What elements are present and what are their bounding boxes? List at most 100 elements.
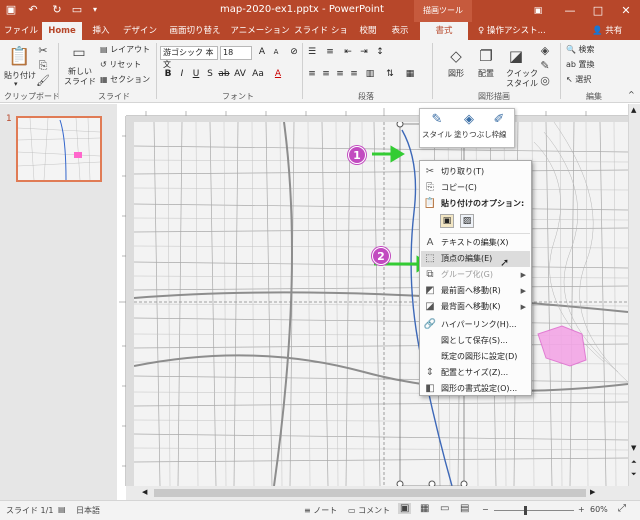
tab-file[interactable]: ファイル — [4, 22, 38, 40]
menu-item-size-position[interactable]: ⇕ 配置とサイズ(Z)... — [421, 365, 530, 381]
collapse-ribbon-icon[interactable]: ^ — [628, 90, 635, 99]
menu-item-set-default-shape[interactable]: 既定の図形に設定(D) — [421, 349, 530, 365]
shapes-button[interactable]: 図形 — [448, 68, 464, 79]
menu-item-bring-front[interactable]: ◩ 最前面へ移動(R) ▶ — [421, 283, 530, 299]
shadow-icon[interactable]: S — [204, 68, 216, 81]
shape-outline-icon[interactable]: ✎ — [538, 59, 552, 73]
tab-slideshow[interactable]: スライド ショー — [292, 22, 350, 54]
vertical-scrollbar[interactable]: ▲ ▼ ⏶ ⏷ — [628, 104, 640, 486]
decrease-indent-icon[interactable]: ⇤ — [342, 46, 354, 59]
previous-slide-icon[interactable]: ⏶ — [631, 458, 637, 467]
change-case-icon[interactable]: Aa — [252, 68, 264, 81]
arrange-icon[interactable]: ❐ — [476, 46, 496, 66]
align-center-icon[interactable]: ≡ — [320, 68, 332, 81]
tab-home[interactable]: Home — [42, 22, 82, 40]
scroll-up-icon[interactable]: ▲ — [631, 106, 636, 114]
share-button[interactable]: 👤 共有 — [592, 22, 622, 40]
grow-font-icon[interactable]: A — [256, 46, 268, 59]
char-spacing-icon[interactable]: AV — [234, 68, 246, 81]
smartart-icon[interactable]: ▦ — [404, 68, 416, 81]
comments-button[interactable]: ▭ コメント — [348, 505, 390, 516]
paste-option-picture-icon[interactable]: ▨ — [460, 214, 474, 228]
tab-design[interactable]: デザイン — [120, 22, 160, 40]
zoom-in-button[interactable]: + — [578, 505, 585, 514]
menu-item-cut[interactable]: ✂ 切り取り(T) — [421, 164, 530, 180]
clear-format-icon[interactable]: ⊘ — [288, 46, 300, 59]
slide-sorter-icon[interactable]: ▦ — [420, 503, 429, 514]
zoom-level[interactable]: 60% — [590, 505, 608, 514]
fit-slide-icon[interactable]: ⤢ — [618, 503, 626, 514]
bullets-icon[interactable]: ☰ — [306, 46, 318, 59]
tab-format[interactable]: 書式 — [420, 22, 468, 40]
scrollbar-thumb[interactable] — [154, 489, 586, 497]
zoom-slider-thumb[interactable] — [524, 506, 527, 515]
spell-check-icon[interactable]: ▤ — [58, 505, 66, 514]
shapes-icon[interactable]: ◇ — [446, 46, 466, 66]
tab-transitions[interactable]: 画面切り替え — [164, 22, 226, 40]
undo-icon[interactable]: ↶ — [26, 3, 40, 17]
font-color-icon[interactable]: A — [272, 68, 284, 81]
ribbon-options-icon[interactable]: ▣ — [524, 0, 552, 22]
menu-item-hyperlink[interactable]: 🔗 ハイパーリンク(H)... — [421, 317, 530, 333]
menu-item-group[interactable]: ⧉ グループ化(G) ▶ — [421, 267, 530, 283]
copy-icon[interactable]: ⎘ — [36, 59, 50, 73]
numbering-icon[interactable]: ≡ — [324, 46, 336, 59]
fill-button[interactable]: ◈ 塗りつぶし — [454, 111, 492, 140]
slide-thumbnail[interactable] — [16, 116, 102, 182]
underline-icon[interactable]: U — [190, 68, 202, 81]
scroll-down-icon[interactable]: ▼ — [631, 444, 636, 452]
paste-dropdown-icon[interactable]: ▾ — [14, 80, 18, 88]
outline-button[interactable]: ✐ 枠線 — [484, 111, 514, 140]
scroll-left-icon[interactable]: ◀ — [142, 488, 147, 496]
map-image[interactable] — [133, 120, 628, 486]
scroll-right-icon[interactable]: ▶ — [590, 488, 595, 496]
new-slide-icon[interactable]: ▭ — [70, 46, 88, 64]
line-spacing-icon[interactable]: ↕ — [374, 46, 386, 59]
shrink-font-icon[interactable]: A — [270, 46, 282, 59]
format-painter-icon[interactable]: 🖌 — [36, 74, 50, 88]
columns-icon[interactable]: ▥ — [364, 68, 376, 81]
tab-insert[interactable]: 挿入 — [86, 22, 116, 40]
font-name-combo[interactable]: 游ゴシック 本文 — [160, 46, 218, 69]
strikethrough-icon[interactable]: ab — [218, 68, 230, 81]
notes-button[interactable]: ≡ ノート — [304, 505, 337, 516]
replace-button[interactable]: ab 置換 — [566, 59, 595, 70]
next-slide-icon[interactable]: ⏷ — [631, 470, 637, 479]
paste-button[interactable]: 貼り付け — [4, 70, 36, 81]
section-button[interactable]: ▦ セクション — [100, 74, 150, 85]
save-icon[interactable]: ▣ — [4, 3, 18, 17]
minimize-button[interactable]: — — [556, 0, 584, 22]
reset-button[interactable]: ↺ リセット — [100, 59, 141, 70]
tab-review[interactable]: 校閲 — [354, 22, 382, 40]
align-left-icon[interactable]: ≡ — [306, 68, 318, 81]
paste-option-keep-source-icon[interactable]: ▣ — [440, 214, 454, 228]
close-button[interactable]: ✕ — [612, 0, 640, 22]
slideshow-icon[interactable]: ▤ — [460, 503, 469, 514]
slide-canvas[interactable]: 1 2 — [126, 116, 628, 486]
menu-item-edit-text[interactable]: A テキストの編集(X) — [421, 235, 530, 251]
shape-fill-icon[interactable]: ◈ — [538, 44, 552, 58]
maximize-button[interactable]: □ — [584, 0, 612, 22]
cut-icon[interactable]: ✂ — [36, 44, 50, 58]
paste-icon[interactable]: 📋 — [8, 46, 30, 68]
justify-icon[interactable]: ≡ — [348, 68, 360, 81]
menu-item-copy[interactable]: ⎘ コピー(C) — [421, 180, 530, 196]
bold-icon[interactable]: B — [162, 68, 174, 81]
font-size-combo[interactable]: 18 — [220, 46, 252, 60]
language-indicator[interactable]: 日本語 — [76, 505, 100, 516]
style-button[interactable]: ✎ スタイル — [422, 111, 452, 140]
shape-effects-icon[interactable]: ◎ — [538, 74, 552, 88]
layout-button[interactable]: ▤ レイアウト — [100, 44, 150, 55]
menu-item-format-shape[interactable]: ◧ 図形の書式設定(O)... — [421, 381, 530, 397]
tab-view[interactable]: 表示 — [386, 22, 414, 40]
italic-icon[interactable]: I — [176, 68, 188, 81]
increase-indent-icon[interactable]: ⇥ — [358, 46, 370, 59]
menu-item-save-as-picture[interactable]: 図として保存(S)... — [421, 333, 530, 349]
quick-styles-icon[interactable]: ◪ — [506, 46, 526, 66]
tell-me-search[interactable]: ♀ 操作アシスト... — [478, 22, 546, 40]
menu-item-send-back[interactable]: ◪ 最背面へ移動(K) ▶ — [421, 299, 530, 315]
horizontal-scrollbar[interactable]: ◀ ▶ — [126, 486, 640, 500]
zoom-out-button[interactable]: − — [482, 505, 489, 514]
select-button[interactable]: ↖ 選択 — [566, 74, 591, 85]
arrange-button[interactable]: 配置 — [478, 68, 494, 79]
